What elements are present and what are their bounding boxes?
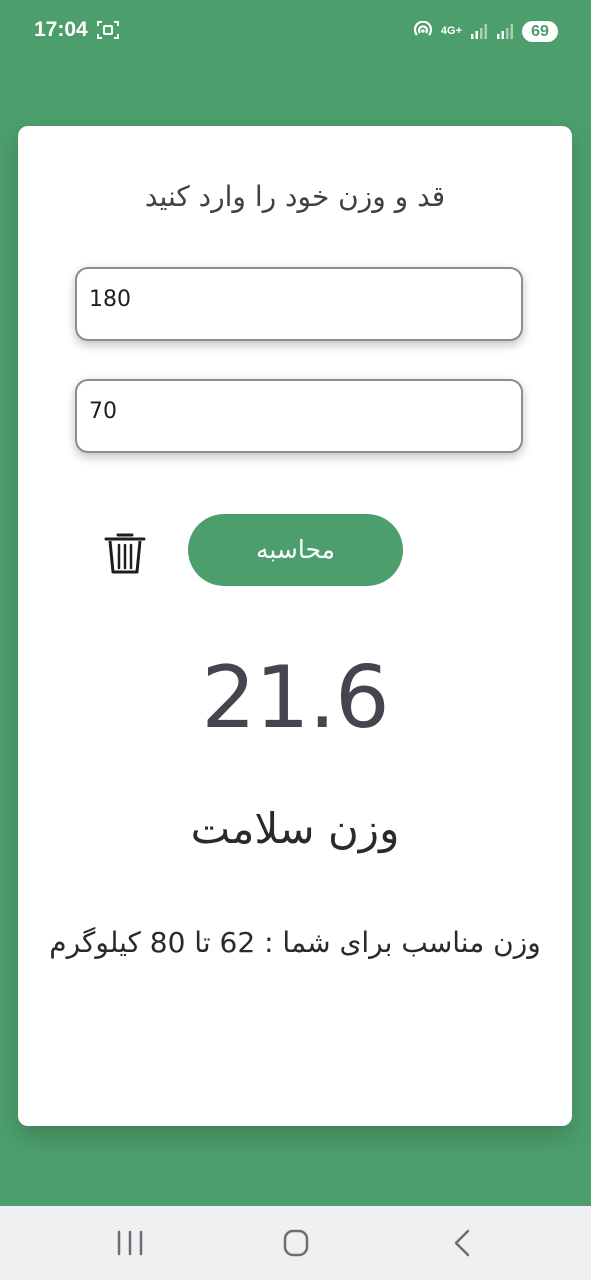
status-bar: 17:04 4G+ 69 (0, 0, 591, 62)
height-field[interactable] (75, 267, 523, 341)
hotspot-icon (413, 21, 432, 36)
calculate-button[interactable]: محاسبه (188, 514, 403, 586)
network-type: 4G+ (440, 24, 462, 37)
trash-icon[interactable] (102, 528, 148, 576)
recent-apps-icon[interactable] (110, 1228, 150, 1258)
signal-icon (471, 24, 487, 39)
bmi-value: 21.6 (201, 648, 389, 748)
bmi-card: قد و وزن خود را وارد کنید محاسبه 21.6 وز… (18, 126, 572, 1126)
navigation-bar (0, 1206, 591, 1280)
weight-status: وزن سلامت (190, 804, 400, 853)
weight-input[interactable] (89, 383, 509, 439)
status-time: 17:04 (34, 18, 88, 41)
height-input[interactable] (89, 271, 509, 327)
back-icon[interactable] (443, 1228, 483, 1258)
page-title: قد و وزن خود را وارد کنید (144, 180, 446, 213)
battery-indicator: 69 (522, 20, 558, 42)
signal-icon (497, 24, 513, 39)
home-icon[interactable] (276, 1228, 316, 1258)
weight-field[interactable] (75, 379, 523, 453)
status-icons: 4G+ 69 (413, 18, 558, 44)
screenshot-icon (97, 21, 119, 39)
ideal-weight-range: وزن مناسب برای شما : 62 تا 80 کیلوگرم (49, 926, 541, 959)
